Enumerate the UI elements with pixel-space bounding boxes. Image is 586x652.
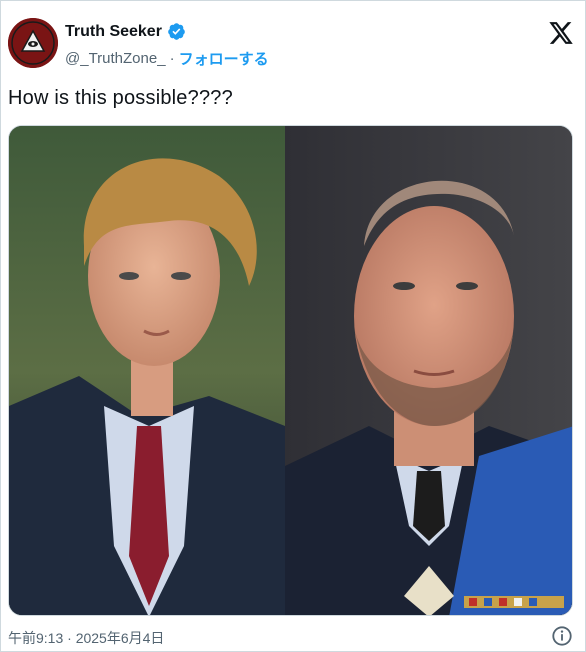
author-display-name[interactable]: Truth Seeker bbox=[65, 23, 162, 41]
author-handle[interactable]: @_TruthZone_ bbox=[65, 50, 166, 67]
author-handle-row: @_TruthZone_ · フォローする bbox=[65, 48, 269, 69]
follow-button[interactable]: フォローする bbox=[179, 48, 269, 69]
tweet-card: Truth Seeker @_TruthZone_ · フォローする How i… bbox=[0, 0, 586, 652]
author-avatar[interactable] bbox=[8, 18, 58, 68]
tweet-text: How is this possible???? bbox=[8, 87, 233, 109]
verified-badge-icon bbox=[167, 22, 186, 41]
avatar-logo-icon bbox=[8, 18, 58, 68]
author-name-row: Truth Seeker bbox=[65, 22, 186, 41]
handle-separator: · bbox=[169, 50, 175, 67]
tweet-timestamp[interactable]: 午前9:13 · 2025年6月4日 bbox=[8, 628, 164, 648]
tweet-media-image[interactable] bbox=[8, 125, 573, 616]
x-logo-icon[interactable] bbox=[548, 21, 574, 45]
info-icon[interactable] bbox=[551, 625, 573, 647]
